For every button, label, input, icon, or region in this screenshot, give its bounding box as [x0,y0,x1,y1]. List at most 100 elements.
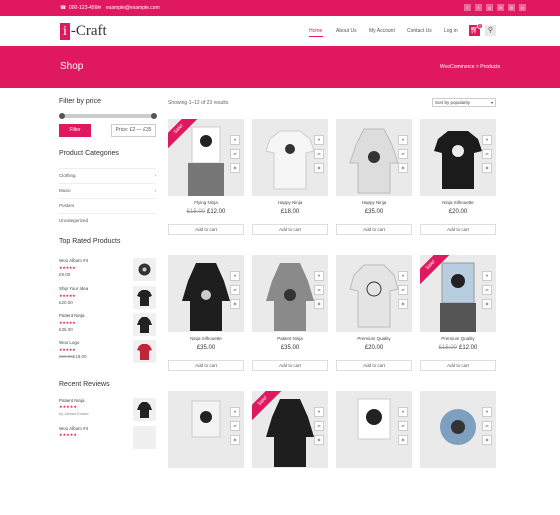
product-name[interactable]: Woo Logo [59,340,79,345]
compare-icon[interactable]: ⇄ [230,421,240,431]
product-card[interactable]: ♥ ⇄ ◉ Happy Ninja £35.00 Add to cart [336,119,412,243]
review-product-name[interactable]: Patient Ninja [59,398,85,403]
quick-view-icon[interactable]: ◉ [398,299,408,309]
add-to-cart-button[interactable]: Add to cart [252,224,328,235]
price-slider[interactable] [59,113,157,119]
quick-view-icon[interactable]: ◉ [398,163,408,173]
heart-icon[interactable]: ♥ [482,407,492,417]
compare-icon[interactable]: ⇄ [230,285,240,295]
category-item[interactable]: Posters [59,198,156,213]
add-to-cart-button[interactable]: Add to cart [252,360,328,371]
product-thumbnail[interactable] [133,313,156,336]
compare-icon[interactable]: ⇄ [482,421,492,431]
heart-icon[interactable]: ♥ [230,407,240,417]
price-slider-min-handle[interactable] [59,113,65,119]
product-name[interactable]: Patient Ninja [252,336,328,341]
compare-icon[interactable]: ⇄ [314,285,324,295]
heart-icon[interactable]: ♥ [314,407,324,417]
quick-view-icon[interactable]: ◉ [482,163,492,173]
nav-log-in[interactable]: Log in [444,28,458,34]
nav-contact-us[interactable]: Contact Us [407,28,432,34]
compare-icon[interactable]: ⇄ [398,285,408,295]
compare-icon[interactable]: ⇄ [398,421,408,431]
product-card[interactable]: ♥ ⇄ ◉ Happy Ninja £18.00 Add to cart [252,119,328,243]
quick-view-icon[interactable]: ◉ [230,163,240,173]
quick-view-icon[interactable]: ◉ [314,435,324,445]
quick-view-icon[interactable]: ◉ [314,163,324,173]
quick-view-icon[interactable]: ◉ [230,435,240,445]
heart-icon[interactable]: ♥ [398,135,408,145]
product-card[interactable]: ♥ ⇄ ◉ [420,391,496,515]
compare-icon[interactable]: ⇄ [314,149,324,159]
product-card[interactable]: Sale! ♥ ⇄ ◉ Premium Quality £15.00 £12.00 Add t… [420,255,496,379]
category-item[interactable]: Uncategorized [59,213,156,228]
add-to-cart-button[interactable]: Add to cart [336,360,412,371]
product-thumbnail[interactable] [133,286,156,309]
add-to-cart-button[interactable]: Add to cart [420,360,496,371]
nav-home[interactable]: Home [309,28,322,34]
product-name[interactable]: Flying Ninja [168,200,244,205]
nav-my-account[interactable]: My Account [369,28,395,34]
product-card[interactable]: ♥ ⇄ ◉ Ninja Silhouette £35.00 Add to cart [168,255,244,379]
review-item[interactable]: Woo Album #4 ★★★★★ [59,426,156,454]
product-name[interactable]: Ninja Silhouette [420,200,496,205]
breadcrumb[interactable]: WooCommerce > Products [440,64,500,70]
add-to-cart-button[interactable]: Add to cart [168,224,244,235]
price-slider-max-handle[interactable] [151,113,157,119]
product-card[interactable]: ♥ ⇄ ◉ Premium Quality £20.00 Add to cart [336,255,412,379]
product-name[interactable]: Premium Quality [336,336,412,341]
review-product-name[interactable]: Woo Album #4 [59,426,88,431]
heart-icon[interactable]: ♥ [314,135,324,145]
top-rated-item[interactable]: Woo Album #4 ★★★★★ £9.00 [59,258,156,285]
phone-contact[interactable]: ☎ 000-123-456 [60,5,97,11]
product-card[interactable]: ♥ ⇄ ◉ [168,391,244,515]
top-rated-item[interactable]: Woo Logo ★★★★★ £20.00£18.00 [59,340,156,367]
search-button[interactable]: ⚲ [485,25,496,36]
product-name[interactable]: Ship Your Idea [59,286,88,291]
google-plus-icon[interactable]: g [486,4,493,11]
product-card[interactable]: Sale! ♥ ⇄ ◉ Flying Ninja £15.00 £12.00 Add to c… [168,119,244,243]
linkedin-icon[interactable]: in [497,4,504,11]
add-to-cart-button[interactable]: Add to cart [336,224,412,235]
heart-icon[interactable]: ♥ [482,135,492,145]
product-name[interactable]: Happy Ninja [336,200,412,205]
sort-select[interactable]: Sort by popularity ▾ [432,98,496,107]
quick-view-icon[interactable]: ◉ [314,299,324,309]
compare-icon[interactable]: ⇄ [398,149,408,159]
product-name[interactable]: Patient Ninja [59,313,85,318]
heart-icon[interactable]: ♥ [398,271,408,281]
product-card[interactable]: Sale! ♥ ⇄ ◉ [252,391,328,515]
product-name[interactable]: Premium Quality [420,336,496,341]
heart-icon[interactable]: ♥ [398,407,408,417]
product-name[interactable]: Woo Album #4 [59,258,88,263]
review-item[interactable]: Patient Ninja ★★★★★ by James Koster [59,398,156,426]
top-rated-item[interactable]: Ship Your Idea ★★★★★ £20.00 [59,286,156,313]
email-contact[interactable]: ✉ example@example.com [97,5,160,11]
pinterest-icon[interactable]: p [519,4,526,11]
twitter-icon[interactable]: t [475,4,482,11]
filter-button[interactable]: Filter [59,124,91,137]
product-name[interactable]: Ninja Silhouette [168,336,244,341]
facebook-icon[interactable]: f [464,4,471,11]
product-thumbnail[interactable] [133,340,156,363]
compare-icon[interactable]: ⇄ [314,421,324,431]
heart-icon[interactable]: ♥ [230,271,240,281]
quick-view-icon[interactable]: ◉ [398,435,408,445]
review-thumbnail[interactable] [133,426,156,449]
instagram-icon[interactable]: ◎ [508,4,515,11]
nav-about-us[interactable]: About Us [336,28,357,34]
heart-icon[interactable]: ♥ [230,135,240,145]
add-to-cart-button[interactable]: Add to cart [168,360,244,371]
site-logo[interactable]: i -Craft [60,21,107,41]
product-thumbnail[interactable] [133,258,156,281]
quick-view-icon[interactable]: ◉ [482,299,492,309]
review-thumbnail[interactable] [133,398,156,421]
category-item[interactable]: Music › [59,183,156,198]
category-item[interactable]: Clothing › [59,168,156,183]
add-to-cart-button[interactable]: Add to cart [420,224,496,235]
compare-icon[interactable]: ⇄ [482,149,492,159]
product-card[interactable]: ♥ ⇄ ◉ Patient Ninja £35.00 Add to cart [252,255,328,379]
quick-view-icon[interactable]: ◉ [230,299,240,309]
product-card[interactable]: ♥ ⇄ ◉ Ninja Silhouette £20.00 Add to cart [420,119,496,243]
heart-icon[interactable]: ♥ [482,271,492,281]
